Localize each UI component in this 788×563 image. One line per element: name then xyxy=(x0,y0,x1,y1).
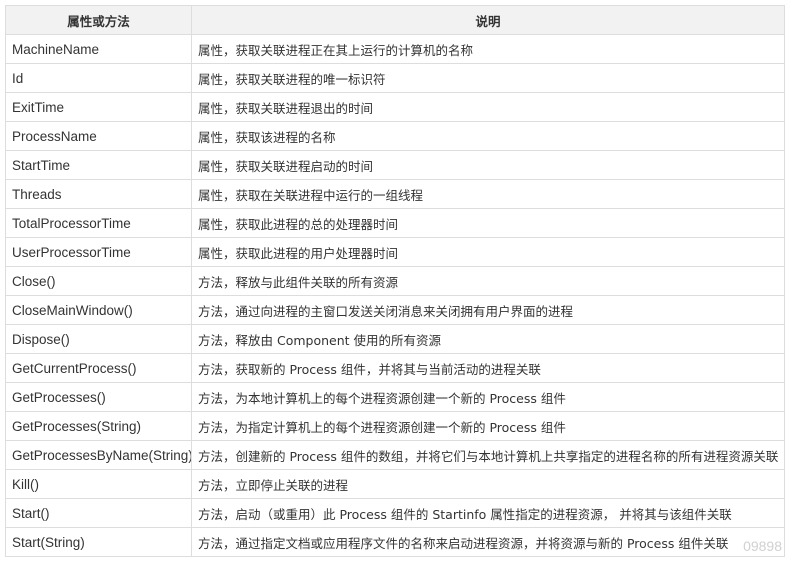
member-name-cell: MachineName xyxy=(5,34,192,64)
table-row: Start(String) 方法，通过指定文档或应用程序文件的名称来启动进程资源，… xyxy=(5,527,785,557)
member-name-cell: Kill() xyxy=(5,469,192,499)
description-cell: 属性，获取此进程的用户处理器时间 xyxy=(191,237,785,267)
description-cell: 方法，启动（或重用）此 Process 组件的 Startinfo 属性指定的进… xyxy=(191,498,785,528)
member-name-cell: GetProcesses(String) xyxy=(5,411,192,441)
description-cell: 属性，获取关联进程的唯一标识符 xyxy=(191,63,785,93)
member-name-cell: ProcessName xyxy=(5,121,192,151)
description-cell: 方法，为本地计算机上的每个进程资源创建一个新的 Process 组件 xyxy=(191,382,785,412)
member-name-cell: GetCurrentProcess() xyxy=(5,353,192,383)
table-row: Dispose() 方法，释放由 Component 使用的所有资源 xyxy=(5,324,785,354)
table-row: StartTime 属性，获取关联进程启动的时间 xyxy=(5,150,785,180)
table-row: CloseMainWindow() 方法，通过向进程的主窗口发送关闭消息来关闭拥有… xyxy=(5,295,785,325)
table-row: Close() 方法，释放与此组件关联的所有资源 xyxy=(5,266,785,296)
table-row: ProcessName 属性，获取该进程的名称 xyxy=(5,121,785,151)
member-name-cell: Threads xyxy=(5,179,192,209)
header-property-or-method: 属性或方法 xyxy=(5,5,192,35)
member-name-cell: GetProcessesByName(String) xyxy=(5,440,192,470)
property-method-table: 属性或方法 说明 MachineName 属性，获取关联进程正在其上运行的计算机的… xyxy=(5,5,785,557)
table-header-row: 属性或方法 说明 xyxy=(5,5,785,35)
table-row: GetProcessesByName(String) 方法，创建新的 Proces… xyxy=(5,440,785,470)
member-name-cell: GetProcesses() xyxy=(5,382,192,412)
member-name-cell: Start() xyxy=(5,498,192,528)
description-cell: 属性，获取此进程的总的处理器时间 xyxy=(191,208,785,238)
member-name-cell: CloseMainWindow() xyxy=(5,295,192,325)
table-row: Threads 属性，获取在关联进程中运行的一组线程 xyxy=(5,179,785,209)
description-cell: 方法，通过指定文档或应用程序文件的名称来启动进程资源，并将资源与新的 Proce… xyxy=(191,527,785,557)
table-row: MachineName 属性，获取关联进程正在其上运行的计算机的名称 xyxy=(5,34,785,64)
description-cell: 属性，获取在关联进程中运行的一组线程 xyxy=(191,179,785,209)
member-name-cell: StartTime xyxy=(5,150,192,180)
header-description: 说明 xyxy=(191,5,785,35)
description-cell: 属性，获取关联进程退出的时间 xyxy=(191,92,785,122)
description-cell: 属性，获取关联进程正在其上运行的计算机的名称 xyxy=(191,34,785,64)
table-row: ExitTime 属性，获取关联进程退出的时间 xyxy=(5,92,785,122)
description-cell: 属性，获取关联进程启动的时间 xyxy=(191,150,785,180)
table-row: GetProcesses() 方法，为本地计算机上的每个进程资源创建一个新的 Pr… xyxy=(5,382,785,412)
description-cell: 方法，创建新的 Process 组件的数组，并将它们与本地计算机上共享指定的进程… xyxy=(191,440,785,470)
table-row: Kill() 方法，立即停止关联的进程 xyxy=(5,469,785,499)
watermark: 09898 xyxy=(743,538,782,554)
table-row: UserProcessorTime 属性，获取此进程的用户处理器时间 xyxy=(5,237,785,267)
member-name-cell: TotalProcessorTime xyxy=(5,208,192,238)
member-name-cell: Id xyxy=(5,63,192,93)
description-cell: 方法，立即停止关联的进程 xyxy=(191,469,785,499)
member-name-cell: Start(String) xyxy=(5,527,192,557)
table-row: Start() 方法，启动（或重用）此 Process 组件的 Startinfo… xyxy=(5,498,785,528)
table-row: TotalProcessorTime 属性，获取此进程的总的处理器时间 xyxy=(5,208,785,238)
table-row: GetProcesses(String) 方法，为指定计算机上的每个进程资源创建一… xyxy=(5,411,785,441)
description-cell: 方法，释放与此组件关联的所有资源 xyxy=(191,266,785,296)
member-name-cell: UserProcessorTime xyxy=(5,237,192,267)
member-name-cell: Close() xyxy=(5,266,192,296)
description-cell: 属性，获取该进程的名称 xyxy=(191,121,785,151)
table-row: GetCurrentProcess() 方法，获取新的 Process 组件，并将… xyxy=(5,353,785,383)
description-cell: 方法，获取新的 Process 组件，并将其与当前活动的进程关联 xyxy=(191,353,785,383)
description-cell: 方法，为指定计算机上的每个进程资源创建一个新的 Process 组件 xyxy=(191,411,785,441)
member-name-cell: Dispose() xyxy=(5,324,192,354)
description-cell: 方法，释放由 Component 使用的所有资源 xyxy=(191,324,785,354)
member-name-cell: ExitTime xyxy=(5,92,192,122)
description-cell: 方法，通过向进程的主窗口发送关闭消息来关闭拥有用户界面的进程 xyxy=(191,295,785,325)
table-row: Id 属性，获取关联进程的唯一标识符 xyxy=(5,63,785,93)
